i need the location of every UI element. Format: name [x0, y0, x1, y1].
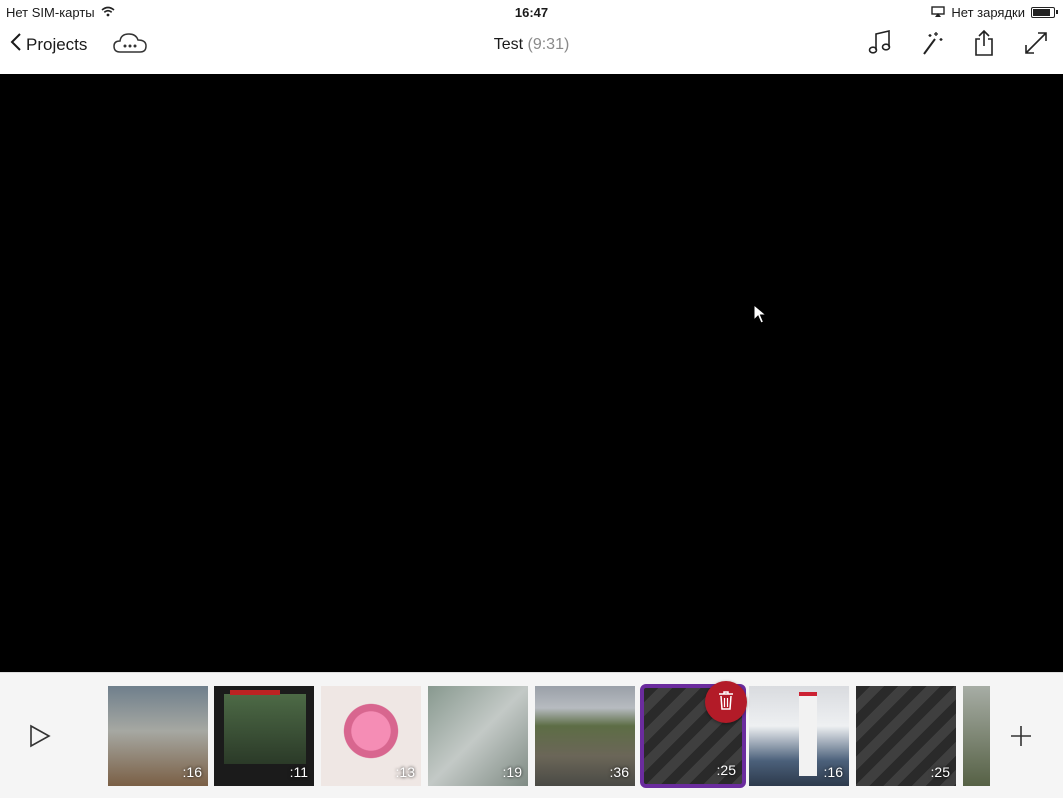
- clip-duration: :11: [289, 764, 308, 780]
- clip-duration: :19: [502, 764, 522, 780]
- share-button[interactable]: [969, 29, 999, 62]
- cloud-button[interactable]: [112, 30, 148, 61]
- share-icon: [973, 29, 995, 62]
- battery-icon: [1031, 7, 1058, 18]
- clip[interactable]: :19: [428, 686, 528, 786]
- fullscreen-icon: [1023, 30, 1049, 61]
- airplay-icon: [931, 5, 946, 20]
- clip-strip[interactable]: :16 :11 :13 :19 :36 :25 :16 :25: [0, 673, 990, 799]
- battery-fill: [1033, 9, 1051, 16]
- music-button[interactable]: [865, 29, 895, 61]
- trash-icon: [717, 690, 735, 715]
- clip[interactable]: :11: [214, 686, 314, 786]
- cloud-icon: [112, 33, 148, 60]
- clip[interactable]: :16: [108, 686, 208, 786]
- clip-duration: :36: [609, 764, 629, 780]
- clip-partial[interactable]: [963, 686, 990, 786]
- clip-duration: :16: [823, 764, 843, 780]
- delete-clip-button[interactable]: [705, 681, 747, 723]
- clip[interactable]: :25: [856, 686, 956, 786]
- magic-wand-icon: [920, 30, 944, 61]
- clip-duration: :25: [716, 762, 736, 778]
- back-label: Projects: [26, 34, 88, 54]
- video-preview[interactable]: [0, 74, 1063, 672]
- fullscreen-button[interactable]: [1021, 30, 1051, 60]
- plus-icon: [1008, 726, 1034, 753]
- clip[interactable]: :16: [749, 686, 849, 786]
- status-right: Нет зарядки: [931, 5, 1058, 20]
- charging-label: Нет зарядки: [951, 5, 1025, 20]
- add-clip-button[interactable]: [1008, 723, 1034, 754]
- back-chevron-icon: [10, 32, 22, 57]
- clip-thumbnail-detail: [230, 690, 280, 695]
- clip[interactable]: :13: [321, 686, 421, 786]
- clip-thumbnail: [224, 694, 306, 764]
- project-duration: (9:31): [527, 36, 570, 53]
- nav-actions: [865, 29, 1051, 62]
- clip[interactable]: :36: [535, 686, 635, 786]
- clip-thumbnail-detail: [799, 692, 817, 776]
- status-time: 16:47: [514, 5, 549, 20]
- nav-bar: Projects Test (9:31): [0, 24, 1063, 74]
- status-bar: Нет SIM-карты 16:47 Нет зарядки: [0, 0, 1063, 24]
- timeline: :16 :11 :13 :19 :36 :25 :16 :25: [0, 672, 1063, 798]
- back-button[interactable]: Projects: [10, 32, 87, 57]
- music-note-icon: [868, 29, 892, 61]
- project-name: Test: [493, 36, 524, 53]
- clip-duration: :25: [930, 764, 950, 780]
- mouse-pointer-icon: [753, 303, 768, 329]
- clip-duration: :16: [182, 764, 202, 780]
- clip-duration: :13: [395, 764, 415, 780]
- theme-button[interactable]: [917, 30, 947, 60]
